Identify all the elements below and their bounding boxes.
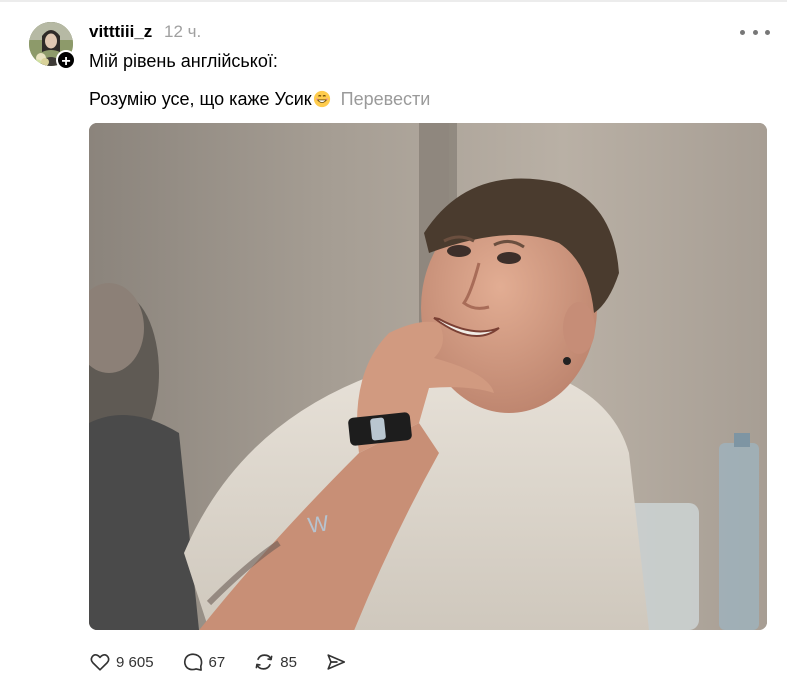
send-icon [327,654,345,670]
like-count: 9 605 [116,653,154,671]
post-actions: 9 605 67 85 [89,647,375,677]
heart-icon [90,654,110,671]
username[interactable]: vitttiii_z [89,22,152,42]
post-text: Розумію усе, що каже Усик [89,89,312,109]
repost-button[interactable]: 85 [253,651,297,673]
speech-bubble-icon [183,653,202,671]
reply-button[interactable]: 67 [182,651,226,673]
more-options-button[interactable] [740,20,770,44]
timestamp[interactable]: 12 ч. [164,22,201,42]
like-button[interactable]: 9 605 [89,651,154,673]
follow-plus-icon[interactable]: + [56,50,76,70]
share-button[interactable] [325,651,347,673]
more-dot [765,29,770,35]
avatar-container[interactable]: + [29,22,76,70]
post-text-line-1: Мій рівень англійської: [89,51,278,71]
translate-link[interactable]: Перевести [341,89,431,109]
repost-count: 85 [280,653,297,671]
grinning-face-emoji-icon [313,90,330,108]
svg-text:W: W [306,510,330,538]
repost-icon [255,654,273,670]
post-photo[interactable]: W [89,123,767,630]
reply-count: 67 [208,653,226,671]
post-text-line-2: Розумію усе, що каже Усик Перевести [89,89,430,110]
thread-post: + vitttiii_z 12 ч. Мій рівень англійсько… [0,0,787,685]
more-horizontal-icon [740,29,745,35]
more-dot [752,29,758,35]
